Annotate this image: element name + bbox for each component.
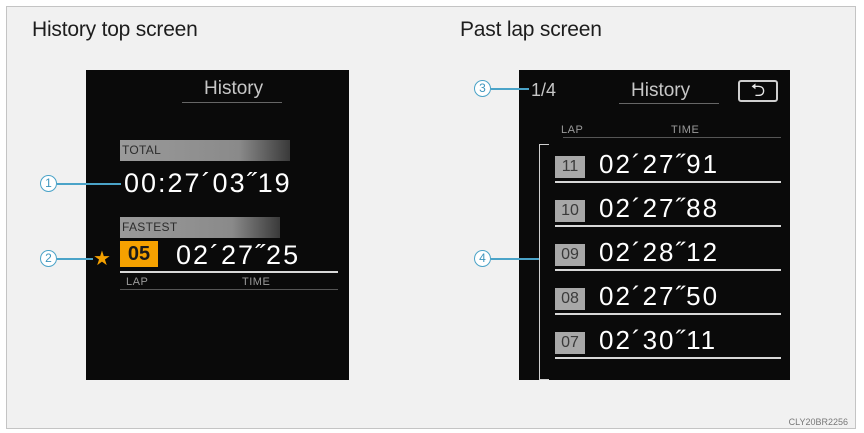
row-underline [555, 269, 781, 271]
column-time-label: TIME [242, 276, 271, 288]
image-code: CLY20BR2256 [788, 417, 848, 427]
callout-4: 4 [474, 250, 491, 267]
rows-bracket [539, 144, 549, 380]
lap-number: 10 [555, 200, 585, 222]
star-icon: ★ [93, 248, 111, 270]
lap-time: 02´27˝50 [599, 281, 720, 311]
row-underline [555, 357, 781, 359]
row-underline [555, 181, 781, 183]
screen-title: History [631, 80, 691, 101]
back-button[interactable]: ⮌ [738, 80, 778, 102]
callout-2: 2 [40, 250, 57, 267]
callout-4-leader [491, 258, 539, 260]
column-rule [120, 289, 338, 290]
row-underline [555, 225, 781, 227]
caption-history-top: History top screen [32, 18, 198, 41]
fastest-label: FASTEST [120, 217, 280, 238]
column-lap-label: LAP [126, 276, 149, 288]
past-lap-screen: 1/4 History ⮌ LAP TIME 11 02´27˝91 10 02… [519, 70, 790, 380]
back-arrow-icon: ⮌ [750, 80, 766, 100]
title-rule [182, 102, 282, 103]
lap-time: 02´28˝12 [599, 237, 720, 267]
title-rule [619, 103, 719, 104]
fastest-lap-number: 05 [120, 241, 158, 267]
lap-number: 08 [555, 288, 585, 310]
callout-1-leader [57, 183, 121, 185]
fastest-time: 02´27˝25 [176, 240, 301, 270]
lap-time: 02´30˝11 [599, 325, 718, 355]
callout-3: 3 [474, 80, 491, 97]
column-lap-label: LAP [561, 124, 584, 136]
lap-number: 09 [555, 244, 585, 266]
total-time: 00:27´03˝19 [124, 168, 292, 198]
fastest-underline [120, 271, 338, 273]
history-top-screen: History TOTAL 00:27´03˝19 FASTEST 05 02´… [86, 70, 349, 380]
lap-number: 11 [555, 156, 585, 178]
page-indicator: 1/4 [531, 80, 557, 100]
callout-2-leader [57, 258, 93, 260]
screen-title: History [204, 78, 264, 99]
total-label: TOTAL [120, 140, 290, 161]
lap-time: 02´27˝88 [599, 193, 720, 223]
column-rule [563, 137, 781, 138]
column-time-label: TIME [671, 124, 700, 136]
callout-3-leader [491, 88, 529, 90]
lap-time: 02´27˝91 [599, 149, 720, 179]
lap-number: 07 [555, 332, 585, 354]
callout-1: 1 [40, 175, 57, 192]
caption-past-lap: Past lap screen [460, 18, 602, 41]
row-underline [555, 313, 781, 315]
